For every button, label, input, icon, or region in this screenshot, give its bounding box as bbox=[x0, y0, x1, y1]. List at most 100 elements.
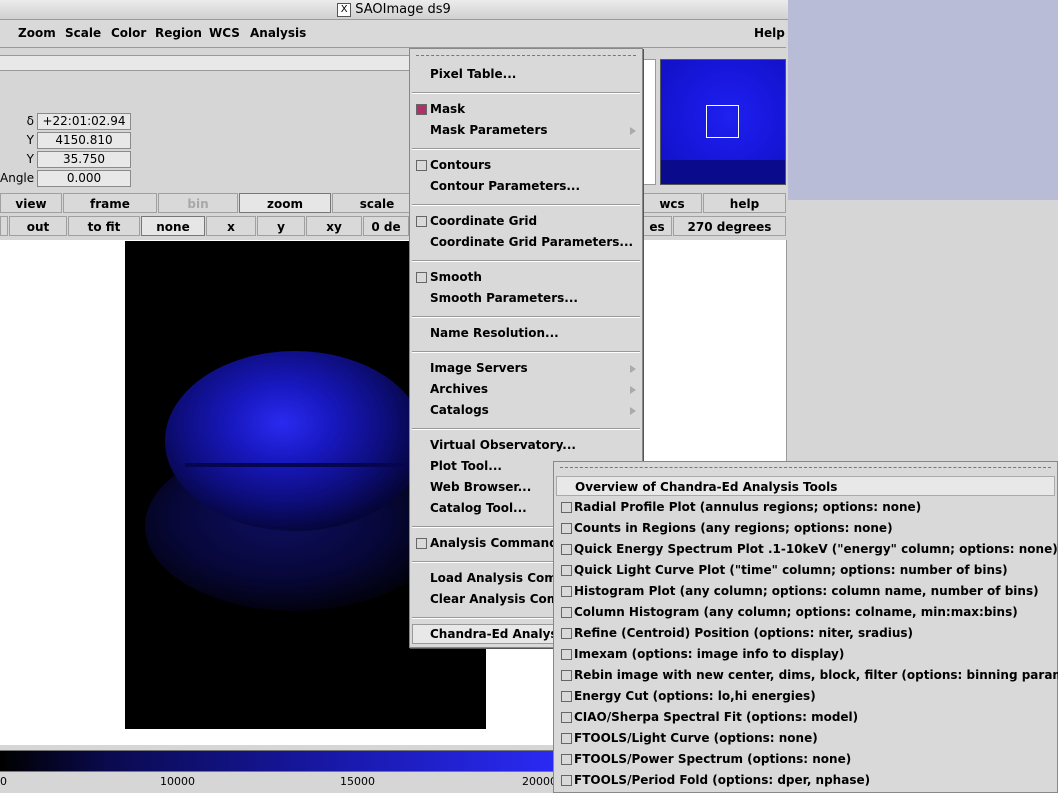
contour-parameters-item[interactable]: Contour Parameters... bbox=[430, 179, 580, 193]
submenu-tearoff[interactable] bbox=[560, 467, 1051, 468]
coordinate-grid-parameters-item[interactable]: Coordinate Grid Parameters... bbox=[430, 235, 633, 249]
colorbar[interactable] bbox=[0, 750, 555, 772]
item-checkbox[interactable] bbox=[561, 628, 572, 639]
colorbar-tick: 15000 bbox=[340, 775, 375, 788]
info-value-y2: 35.750 bbox=[37, 151, 131, 168]
title-bar[interactable]: X SAOImage ds9 bbox=[0, 0, 788, 20]
submenu-item[interactable]: Column Histogram (any column; options: c… bbox=[556, 602, 1055, 622]
item-checkbox[interactable] bbox=[561, 502, 572, 513]
menu-analysis[interactable]: Analysis bbox=[250, 26, 306, 40]
item-label: Rebin image with new center, dims, block… bbox=[574, 668, 1058, 682]
zoom-fit-button[interactable]: to fit bbox=[68, 216, 140, 236]
help-button[interactable]: help bbox=[703, 193, 786, 213]
submenu-item[interactable]: Rebin image with new center, dims, block… bbox=[556, 665, 1058, 685]
menu-separator bbox=[412, 428, 640, 430]
menu-zoom[interactable]: Zoom bbox=[18, 26, 56, 40]
chandra-ed-analysis-item[interactable]: Chandra-Ed Analysis bbox=[430, 627, 569, 641]
submenu-item[interactable]: FTOOLS/Power Spectrum (options: none) bbox=[556, 749, 1055, 769]
submenu-item[interactable]: Histogram Plot (any column; options: col… bbox=[556, 581, 1055, 601]
submenu-item[interactable]: Counts in Regions (any regions; options:… bbox=[556, 518, 1055, 538]
menu-color[interactable]: Color bbox=[111, 26, 146, 40]
item-checkbox[interactable] bbox=[561, 691, 572, 702]
menu-tearoff[interactable] bbox=[416, 55, 636, 56]
smooth-item[interactable]: Smooth bbox=[430, 270, 482, 284]
coordinate-grid-item[interactable]: Coordinate Grid bbox=[430, 214, 537, 228]
rotate-180-button[interactable]: es bbox=[642, 216, 672, 236]
item-checkbox[interactable] bbox=[561, 733, 572, 744]
submenu-item[interactable]: Imexam (options: image info to display) bbox=[556, 644, 1055, 664]
rotate-0-button[interactable]: 0 de bbox=[363, 216, 409, 236]
item-checkbox[interactable] bbox=[561, 670, 572, 681]
orient-none-button[interactable]: none bbox=[141, 216, 205, 236]
menu-separator bbox=[412, 204, 640, 206]
wcs-button[interactable]: wcs bbox=[642, 193, 702, 213]
submenu-item[interactable]: Radial Profile Plot (annulus regions; op… bbox=[556, 497, 1055, 517]
web-browser-item[interactable]: Web Browser... bbox=[430, 480, 531, 494]
archives-item[interactable]: Archives bbox=[430, 382, 488, 396]
menu-help[interactable]: Help bbox=[754, 26, 785, 40]
mask-checkbox[interactable] bbox=[416, 104, 427, 115]
virtual-observatory-item[interactable]: Virtual Observatory... bbox=[430, 438, 576, 452]
item-checkbox[interactable] bbox=[561, 607, 572, 618]
name-resolution-item[interactable]: Name Resolution... bbox=[430, 326, 559, 340]
bin-button[interactable]: bin bbox=[158, 193, 238, 213]
item-checkbox[interactable] bbox=[561, 544, 572, 555]
submenu-item[interactable]: Refine (Centroid) Position (options: nit… bbox=[556, 623, 1055, 643]
submenu-item[interactable]: FTOOLS/Period Fold (options: dper, nphas… bbox=[556, 770, 1055, 790]
colorbar-ticks: 0 10000 15000 20000 bbox=[0, 772, 557, 792]
submenu-item[interactable]: Quick Energy Spectrum Plot .1-10keV ("en… bbox=[556, 539, 1058, 559]
info-label-y: Y bbox=[26, 133, 34, 147]
item-label: FTOOLS/Light Curve (options: none) bbox=[574, 731, 818, 745]
item-label: Quick Energy Spectrum Plot .1-10keV ("en… bbox=[574, 542, 1058, 556]
image-servers-item[interactable]: Image Servers bbox=[430, 361, 528, 375]
orient-xy-button[interactable]: xy bbox=[306, 216, 362, 236]
item-checkbox[interactable] bbox=[561, 775, 572, 786]
image-chip-gap bbox=[185, 463, 435, 467]
smooth-parameters-item[interactable]: Smooth Parameters... bbox=[430, 291, 578, 305]
frame-button[interactable]: frame bbox=[63, 193, 157, 213]
item-checkbox[interactable] bbox=[561, 565, 572, 576]
analysis-command-log-checkbox[interactable] bbox=[416, 538, 427, 549]
clear-analysis-commands-item[interactable]: Clear Analysis Comm bbox=[430, 592, 572, 606]
overview-label: Overview of Chandra-Ed Analysis Tools bbox=[575, 480, 838, 494]
plot-tool-item[interactable]: Plot Tool... bbox=[430, 459, 502, 473]
item-label: Column Histogram (any column; options: c… bbox=[574, 605, 1018, 619]
contours-item[interactable]: Contours bbox=[430, 158, 491, 172]
mask-item[interactable]: Mask bbox=[430, 102, 465, 116]
zoom-button[interactable]: zoom bbox=[239, 193, 331, 213]
orient-x-button[interactable]: x bbox=[206, 216, 256, 236]
overview-item[interactable]: Overview of Chandra-Ed Analysis Tools bbox=[556, 476, 1055, 496]
coordinate-grid-checkbox[interactable] bbox=[416, 216, 427, 227]
pixel-table-item[interactable]: Pixel Table... bbox=[430, 67, 516, 81]
panner[interactable] bbox=[660, 59, 786, 185]
submenu-item[interactable]: Energy Cut (options: lo,hi energies) bbox=[556, 686, 1055, 706]
submenu-arrow-icon bbox=[630, 407, 636, 415]
submenu-item[interactable]: Quick Light Curve Plot ("time" column; o… bbox=[556, 560, 1055, 580]
catalogs-item[interactable]: Catalogs bbox=[430, 403, 489, 417]
filename-field bbox=[0, 55, 411, 71]
item-checkbox[interactable] bbox=[561, 586, 572, 597]
zoom-out-button[interactable]: out bbox=[9, 216, 67, 236]
info-label-y2: Y bbox=[26, 152, 34, 166]
menu-wcs[interactable]: WCS bbox=[209, 26, 240, 40]
panner-bbox[interactable] bbox=[706, 105, 739, 138]
zoom-in-button-edge[interactable] bbox=[0, 216, 8, 236]
item-checkbox[interactable] bbox=[561, 754, 572, 765]
orient-y-button[interactable]: y bbox=[257, 216, 305, 236]
load-analysis-commands-item[interactable]: Load Analysis Comm bbox=[430, 571, 569, 585]
item-checkbox[interactable] bbox=[561, 712, 572, 723]
mask-parameters-item[interactable]: Mask Parameters bbox=[430, 123, 548, 137]
item-checkbox[interactable] bbox=[561, 649, 572, 660]
menu-region[interactable]: Region bbox=[155, 26, 202, 40]
item-checkbox[interactable] bbox=[561, 523, 572, 534]
smooth-checkbox[interactable] bbox=[416, 272, 427, 283]
view-button[interactable]: view bbox=[0, 193, 62, 213]
analysis-command-log-item[interactable]: Analysis Command L bbox=[430, 536, 570, 550]
item-label: Counts in Regions (any regions; options:… bbox=[574, 521, 893, 535]
contours-checkbox[interactable] bbox=[416, 160, 427, 171]
menu-scale[interactable]: Scale bbox=[65, 26, 101, 40]
submenu-item[interactable]: FTOOLS/Light Curve (options: none) bbox=[556, 728, 1055, 748]
submenu-item[interactable]: CIAO/Sherpa Spectral Fit (options: model… bbox=[556, 707, 1055, 727]
catalog-tool-item[interactable]: Catalog Tool... bbox=[430, 501, 527, 515]
rotate-270-button[interactable]: 270 degrees bbox=[673, 216, 786, 236]
